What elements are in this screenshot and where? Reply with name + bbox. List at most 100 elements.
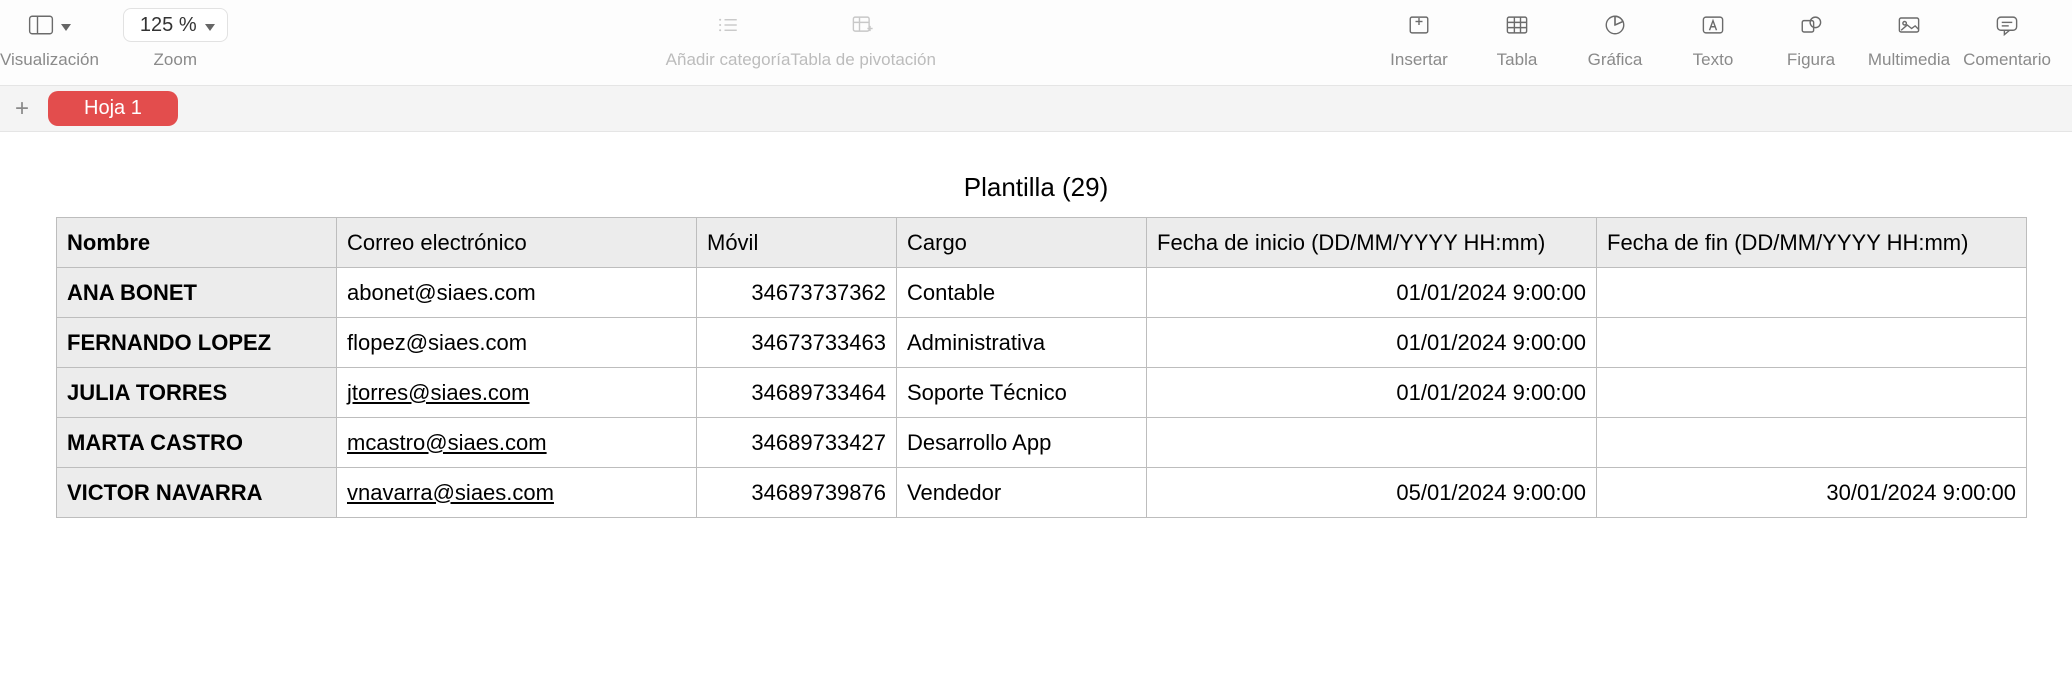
media-label: Multimedia xyxy=(1868,50,1950,70)
pie-chart-icon xyxy=(1601,12,1629,38)
comment-icon xyxy=(1993,12,2021,38)
col-correo[interactable]: Correo electrónico xyxy=(337,218,697,268)
email-link[interactable]: mcastro@siaes.com xyxy=(347,430,547,455)
text-icon xyxy=(1699,12,1727,38)
spreadsheet-canvas[interactable]: Plantilla (29) Nombre Correo electrónico… xyxy=(0,132,2072,558)
cell-movil[interactable]: 34673737362 xyxy=(697,268,897,318)
insert-group: Insertar xyxy=(1374,8,1464,70)
col-nombre[interactable]: Nombre xyxy=(57,218,337,268)
shape-icon xyxy=(1797,12,1825,38)
image-icon xyxy=(1895,12,1923,38)
cell-cargo[interactable]: Vendedor xyxy=(897,468,1147,518)
table-row[interactable]: JULIA TORRES jtorres@siaes.com 34689733464… xyxy=(57,368,2027,418)
cell-correo[interactable]: mcastro@siaes.com xyxy=(337,418,697,468)
cell-inicio[interactable] xyxy=(1147,418,1597,468)
col-movil[interactable]: Móvil xyxy=(697,218,897,268)
cell-nombre[interactable]: FERNANDO LOPEZ xyxy=(57,318,337,368)
zoom-label: Zoom xyxy=(154,50,197,70)
pivot-group: Tabla de pivotación xyxy=(790,8,936,70)
add-category-group: Añadir categoría xyxy=(666,8,791,70)
sheet-tab-label: Hoja 1 xyxy=(84,97,142,119)
email-link[interactable]: vnavarra@siaes.com xyxy=(347,480,554,505)
zoom-group: 125 % Zoom xyxy=(123,8,228,70)
view-group: Visualización xyxy=(0,8,99,70)
table-button[interactable] xyxy=(1503,8,1531,42)
cell-nombre[interactable]: MARTA CASTRO xyxy=(57,418,337,468)
cell-fin[interactable] xyxy=(1597,318,2027,368)
zoom-value: 125 % xyxy=(140,14,197,37)
comment-group: Comentario xyxy=(1962,8,2052,70)
list-icon xyxy=(714,12,742,38)
chart-button[interactable] xyxy=(1601,8,1629,42)
chart-group: Gráfica xyxy=(1570,8,1660,70)
sidebar-icon xyxy=(27,12,55,38)
cell-correo[interactable]: jtorres@siaes.com xyxy=(337,368,697,418)
table-title[interactable]: Plantilla (29) xyxy=(56,172,2016,203)
col-inicio[interactable]: Fecha de inicio (DD/MM/YYYY HH:mm) xyxy=(1147,218,1597,268)
toolbar: Visualización 125 % Zoom Añadir xyxy=(0,0,2072,86)
cell-cargo[interactable]: Soporte Técnico xyxy=(897,368,1147,418)
toolbar-left: Visualización 125 % Zoom xyxy=(0,8,228,70)
cell-inicio[interactable]: 01/01/2024 9:00:00 xyxy=(1147,268,1597,318)
pivot-icon xyxy=(849,12,877,38)
table-group: Tabla xyxy=(1472,8,1562,70)
table-header-row[interactable]: Nombre Correo electrónico Móvil Cargo Fe… xyxy=(57,218,2027,268)
data-table[interactable]: Nombre Correo electrónico Móvil Cargo Fe… xyxy=(56,217,2027,518)
cell-inicio[interactable]: 01/01/2024 9:00:00 xyxy=(1147,368,1597,418)
table-row[interactable]: MARTA CASTRO mcastro@siaes.com 34689733427… xyxy=(57,418,2027,468)
cell-correo[interactable]: vnavarra@siaes.com xyxy=(337,468,697,518)
cell-correo[interactable]: abonet@siaes.com xyxy=(337,268,697,318)
insert-icon xyxy=(1405,12,1433,38)
pivot-button[interactable] xyxy=(849,8,877,42)
cell-fin[interactable]: 30/01/2024 9:00:00 xyxy=(1597,468,2027,518)
cell-inicio[interactable]: 05/01/2024 9:00:00 xyxy=(1147,468,1597,518)
media-button[interactable] xyxy=(1895,8,1923,42)
sheet-tabs: + Hoja 1 xyxy=(0,86,2072,132)
shape-group: Figura xyxy=(1766,8,1856,70)
cell-fin[interactable] xyxy=(1597,418,2027,468)
chevron-down-icon xyxy=(205,14,215,37)
pivot-label: Tabla de pivotación xyxy=(790,50,936,70)
toolbar-right: Insertar Tabla xyxy=(1374,8,2072,70)
chevron-down-icon xyxy=(61,15,71,36)
text-button[interactable] xyxy=(1699,8,1727,42)
shape-label: Figura xyxy=(1787,50,1835,70)
comment-button[interactable] xyxy=(1993,8,2021,42)
add-sheet-button[interactable]: + xyxy=(8,95,36,123)
cell-correo[interactable]: flopez@siaes.com xyxy=(337,318,697,368)
cell-fin[interactable] xyxy=(1597,268,2027,318)
text-label: Texto xyxy=(1693,50,1734,70)
table-row[interactable]: FERNANDO LOPEZflopez@siaes.com3467373346… xyxy=(57,318,2027,368)
cell-cargo[interactable]: Administrativa xyxy=(897,318,1147,368)
table-row[interactable]: ANA BONETabonet@siaes.com34673737362Cont… xyxy=(57,268,2027,318)
cell-movil[interactable]: 34689733464 xyxy=(697,368,897,418)
cell-cargo[interactable]: Desarrollo App xyxy=(897,418,1147,468)
cell-nombre[interactable]: ANA BONET xyxy=(57,268,337,318)
shape-button[interactable] xyxy=(1797,8,1825,42)
cell-nombre[interactable]: JULIA TORRES xyxy=(57,368,337,418)
cell-movil[interactable]: 34673733463 xyxy=(697,318,897,368)
table-row[interactable]: VICTOR NAVARRA vnavarra@siaes.com 34689739… xyxy=(57,468,2027,518)
insert-label: Insertar xyxy=(1390,50,1448,70)
cell-cargo[interactable]: Contable xyxy=(897,268,1147,318)
table-icon xyxy=(1503,12,1531,38)
add-category-label: Añadir categoría xyxy=(666,50,791,70)
col-cargo[interactable]: Cargo xyxy=(897,218,1147,268)
cell-nombre[interactable]: VICTOR NAVARRA xyxy=(57,468,337,518)
col-fin[interactable]: Fecha de fin (DD/MM/YYYY HH:mm) xyxy=(1597,218,2027,268)
text-group: Texto xyxy=(1668,8,1758,70)
cell-fin[interactable] xyxy=(1597,368,2027,418)
sheet-tab-1[interactable]: Hoja 1 xyxy=(48,91,178,126)
cell-inicio[interactable]: 01/01/2024 9:00:00 xyxy=(1147,318,1597,368)
add-category-button[interactable] xyxy=(714,8,742,42)
zoom-select[interactable]: 125 % xyxy=(123,8,228,42)
email-link[interactable]: jtorres@siaes.com xyxy=(347,380,530,405)
cell-movil[interactable]: 34689733427 xyxy=(697,418,897,468)
table-label: Tabla xyxy=(1497,50,1538,70)
cell-movil[interactable]: 34689739876 xyxy=(697,468,897,518)
insert-button[interactable] xyxy=(1405,8,1433,42)
comment-label: Comentario xyxy=(1963,50,2051,70)
media-group: Multimedia xyxy=(1864,8,1954,70)
view-label: Visualización xyxy=(0,50,99,70)
view-button[interactable] xyxy=(27,8,71,42)
